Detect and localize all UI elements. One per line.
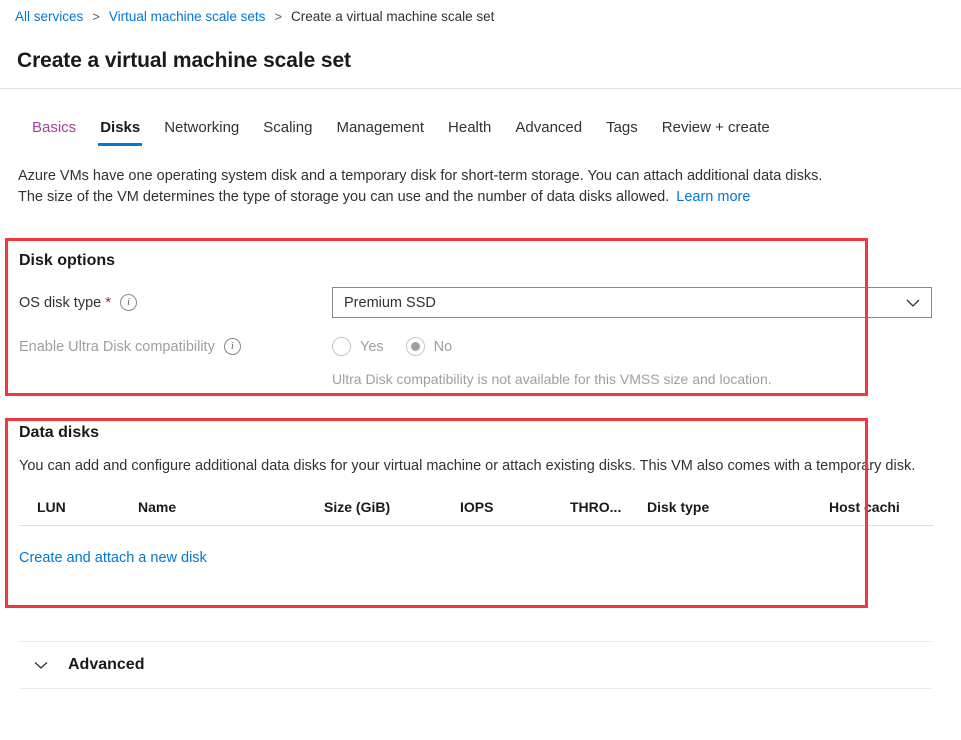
breadcrumb-separator-icon: > xyxy=(92,9,100,24)
breadcrumb-item-all-services[interactable]: All services xyxy=(15,9,83,24)
advanced-accordion-header[interactable]: Advanced xyxy=(0,642,961,688)
ultra-disk-radio-no[interactable]: No xyxy=(405,337,453,356)
disks-intro-text: Azure VMs have one operating system disk… xyxy=(0,146,943,208)
page-title-bar: Create a virtual machine scale set xyxy=(0,33,961,88)
tab-tags[interactable]: Tags xyxy=(598,119,646,146)
column-header-size[interactable]: Size (GiB) xyxy=(324,499,460,525)
accordion-bottom-divider xyxy=(19,688,932,689)
page-title: Create a virtual machine scale set xyxy=(17,48,351,72)
ultra-disk-label: Enable Ultra Disk compatibility xyxy=(19,338,215,355)
os-disk-type-value: Premium SSD xyxy=(344,294,436,311)
intro-line-2: The size of the VM determines the type o… xyxy=(18,189,670,205)
tab-review-create[interactable]: Review + create xyxy=(654,119,778,146)
intro-line-1: Azure VMs have one operating system disk… xyxy=(18,168,823,184)
tab-disks[interactable]: Disks xyxy=(92,119,148,146)
breadcrumb: All services > Virtual machine scale set… xyxy=(0,0,961,33)
ultra-disk-helper-text: Ultra Disk compatibility is not availabl… xyxy=(332,371,772,387)
tab-networking[interactable]: Networking xyxy=(156,119,247,146)
chevron-down-icon xyxy=(34,662,48,669)
data-disks-table: LUN Name Size (GiB) IOPS THRO... Disk ty… xyxy=(19,499,949,525)
tab-basics[interactable]: Basics xyxy=(24,119,84,146)
os-disk-type-row: OS disk type * i Premium SSD xyxy=(0,287,961,318)
radio-label-no: No xyxy=(433,338,453,355)
required-marker: * xyxy=(105,294,112,311)
tab-scaling[interactable]: Scaling xyxy=(255,119,320,146)
ultra-disk-label-group: Enable Ultra Disk compatibility i xyxy=(19,338,332,355)
breadcrumb-separator-icon: > xyxy=(274,9,283,24)
table-header-row: LUN Name Size (GiB) IOPS THRO... Disk ty… xyxy=(19,499,949,525)
os-disk-type-label-group: OS disk type * i xyxy=(19,294,332,311)
radio-mark-unchecked xyxy=(332,337,351,356)
column-header-disk-type[interactable]: Disk type xyxy=(647,499,829,525)
header-divider xyxy=(0,88,961,89)
breadcrumb-item-current: Create a virtual machine scale set xyxy=(291,9,495,24)
column-header-iops[interactable]: IOPS xyxy=(460,499,570,525)
disk-options-title: Disk options xyxy=(19,252,116,269)
chevron-down-icon xyxy=(906,299,920,307)
radio-label-yes: Yes xyxy=(360,338,384,355)
column-header-name[interactable]: Name xyxy=(138,499,324,525)
advanced-accordion-label: Advanced xyxy=(68,656,145,673)
radio-mark-checked xyxy=(405,337,425,356)
column-header-throughput[interactable]: THRO... xyxy=(570,499,647,525)
data-disks-section: Data disks You can add and configure add… xyxy=(0,424,961,567)
wizard-tab-list: Basics Disks Networking Scaling Manageme… xyxy=(0,101,961,146)
tab-management[interactable]: Management xyxy=(328,119,432,146)
disk-options-section: Disk options OS disk type * i Premium SS… xyxy=(0,252,961,389)
create-and-attach-disk-link[interactable]: Create and attach a new disk xyxy=(19,550,207,566)
info-icon[interactable]: i xyxy=(223,338,241,355)
ultra-disk-radio-yes[interactable]: Yes xyxy=(332,337,384,356)
ultra-disk-radio-group: Yes No xyxy=(332,337,474,356)
table-header-divider xyxy=(19,525,934,526)
breadcrumb-item-virtual-machine-scale-sets[interactable]: Virtual machine scale sets xyxy=(109,9,266,24)
tab-advanced[interactable]: Advanced xyxy=(507,119,590,146)
learn-more-link[interactable]: Learn more xyxy=(676,189,750,205)
ultra-disk-row: Enable Ultra Disk compatibility i Yes No xyxy=(0,337,961,356)
data-disks-title: Data disks xyxy=(19,424,100,441)
column-header-lun[interactable]: LUN xyxy=(19,499,138,525)
info-icon[interactable]: i xyxy=(120,294,138,311)
os-disk-type-label: OS disk type xyxy=(19,294,102,311)
advanced-accordion-section: Advanced xyxy=(0,641,961,689)
os-disk-type-dropdown[interactable]: Premium SSD xyxy=(332,287,932,318)
tab-health[interactable]: Health xyxy=(440,119,499,146)
data-disks-description: You can add and configure additional dat… xyxy=(19,458,916,474)
column-header-host-caching[interactable]: Host cachi xyxy=(829,499,949,525)
